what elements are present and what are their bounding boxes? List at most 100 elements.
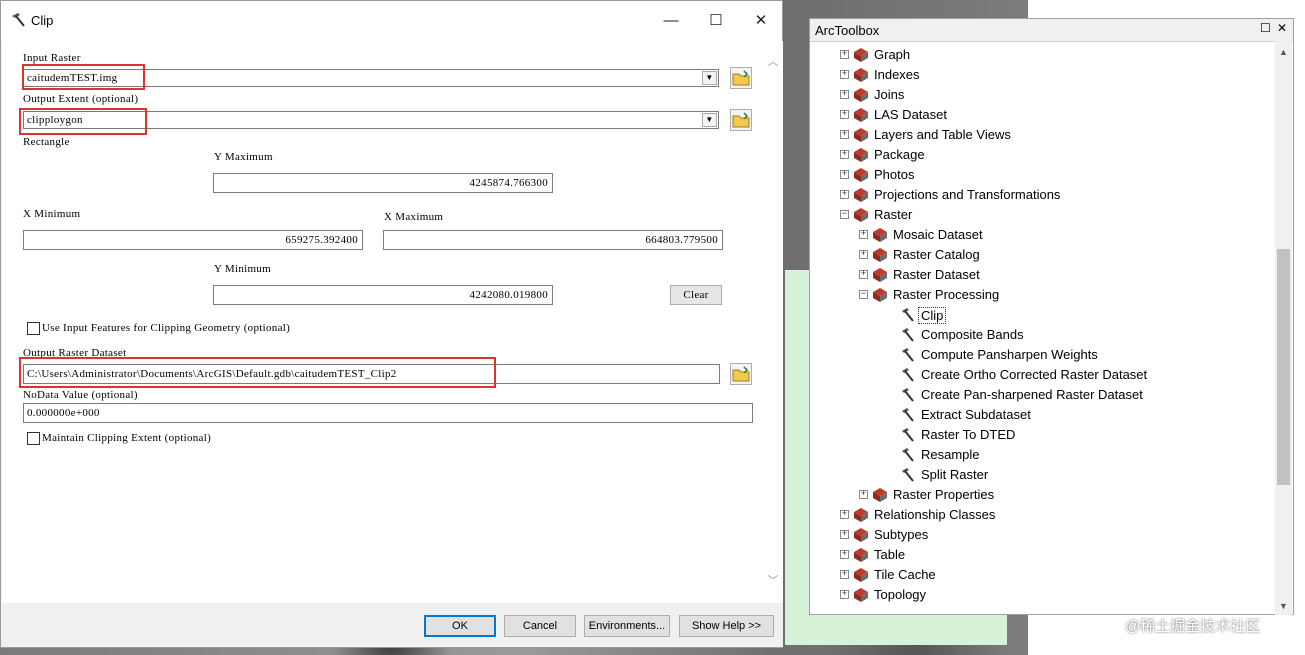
- toolbox-icon: [873, 248, 887, 262]
- arctoolbox-panel: ArcToolbox ☐ ✕ + Graph + Indexes + Joins + LAS …: [809, 18, 1294, 615]
- toolset-item[interactable]: + Raster Dataset: [810, 265, 1275, 285]
- expand-toggle-icon[interactable]: +: [840, 590, 849, 599]
- tool-item[interactable]: Compute Pansharpen Weights: [810, 345, 1275, 365]
- toolset-item[interactable]: + Raster Properties: [810, 485, 1275, 505]
- tool-item[interactable]: Extract Subdataset: [810, 405, 1275, 425]
- expand-toggle-icon[interactable]: +: [840, 150, 849, 159]
- chevron-down-icon[interactable]: ▼: [702, 113, 717, 127]
- scroll-down-icon[interactable]: ▼: [1275, 601, 1292, 611]
- tool-item[interactable]: Create Pan-sharpened Raster Dataset: [810, 385, 1275, 405]
- nodata-label: NoData Value (optional): [23, 389, 138, 401]
- dialog-scrollbar[interactable]: ︿ ﹀: [764, 43, 782, 598]
- y-minimum-field[interactable]: 4242080.019800: [213, 285, 553, 305]
- toolbox-icon: [854, 568, 868, 582]
- tool-item[interactable]: Clip: [810, 305, 1275, 325]
- expand-toggle-icon[interactable]: +: [859, 250, 868, 259]
- scrollbar-thumb[interactable]: [1277, 249, 1290, 485]
- nodata-field[interactable]: 0.000000e+000: [23, 403, 753, 423]
- clear-button[interactable]: Clear: [670, 285, 722, 305]
- input-raster-combo[interactable]: caitudemTEST.img ▼: [23, 69, 719, 87]
- toolbox-icon: [873, 228, 887, 242]
- tree-item-label: Package: [874, 147, 925, 162]
- restore-icon[interactable]: ☐: [1260, 21, 1271, 35]
- expand-toggle-icon[interactable]: +: [859, 270, 868, 279]
- scroll-down-icon[interactable]: ﹀: [764, 572, 782, 588]
- expand-toggle-icon[interactable]: +: [840, 570, 849, 579]
- expand-toggle-icon[interactable]: +: [840, 130, 849, 139]
- expand-toggle-icon[interactable]: +: [840, 510, 849, 519]
- tool-item[interactable]: Create Ortho Corrected Raster Dataset: [810, 365, 1275, 385]
- chevron-down-icon[interactable]: ▼: [702, 71, 717, 85]
- expand-toggle-icon[interactable]: +: [840, 50, 849, 59]
- expand-toggle-icon[interactable]: +: [840, 190, 849, 199]
- toolset-item[interactable]: + Indexes: [810, 65, 1275, 85]
- output-raster-field[interactable]: C:\Users\Administrator\Documents\ArcGIS\…: [23, 364, 720, 384]
- toolset-item[interactable]: + Projections and Transformations: [810, 185, 1275, 205]
- expand-toggle-icon[interactable]: +: [840, 110, 849, 119]
- y-maximum-field[interactable]: 4245874.766300: [213, 173, 553, 193]
- toolset-item[interactable]: + Topology: [810, 585, 1275, 605]
- close-icon[interactable]: ✕: [1277, 21, 1287, 35]
- toolset-item[interactable]: + Raster Catalog: [810, 245, 1275, 265]
- expand-toggle-icon[interactable]: +: [840, 70, 849, 79]
- scroll-up-icon[interactable]: ︿: [764, 53, 782, 69]
- tree-item-label: Raster Catalog: [893, 247, 980, 262]
- toolset-item[interactable]: + Package: [810, 145, 1275, 165]
- cancel-button[interactable]: Cancel: [504, 615, 576, 637]
- toolbox-scrollbar[interactable]: ▲ ▼: [1275, 41, 1292, 615]
- maximize-button[interactable]: ☐: [702, 9, 730, 33]
- output-raster-browse-button[interactable]: [730, 363, 752, 385]
- x-maximum-field[interactable]: 664803.779500: [383, 230, 723, 250]
- output-raster-label: Output Raster Dataset: [23, 347, 127, 359]
- maintain-extent-checkbox[interactable]: [27, 432, 40, 445]
- hammer-icon: [902, 408, 914, 422]
- rectangle-label: Rectangle: [23, 136, 70, 148]
- use-input-features-checkbox[interactable]: [27, 322, 40, 335]
- toolset-item[interactable]: + Relationship Classes: [810, 505, 1275, 525]
- scroll-up-icon[interactable]: ▲: [1275, 47, 1292, 57]
- minimize-button[interactable]: —: [657, 9, 685, 33]
- hammer-icon: [902, 368, 914, 382]
- tree-item-label: LAS Dataset: [874, 107, 947, 122]
- expand-toggle-icon[interactable]: +: [840, 550, 849, 559]
- toolset-item[interactable]: + LAS Dataset: [810, 105, 1275, 125]
- tree-item-label: Raster Processing: [893, 287, 1000, 302]
- output-extent-combo[interactable]: clipploygon ▼: [23, 111, 719, 129]
- tool-item[interactable]: Raster To DTED: [810, 425, 1275, 445]
- toolset-item[interactable]: + Table: [810, 545, 1275, 565]
- toolset-item[interactable]: + Layers and Table Views: [810, 125, 1275, 145]
- expand-toggle-icon[interactable]: +: [859, 230, 868, 239]
- output-extent-browse-button[interactable]: [730, 109, 752, 131]
- toolset-item[interactable]: − Raster: [810, 205, 1275, 225]
- expand-toggle-icon[interactable]: −: [840, 210, 849, 219]
- expand-toggle-icon[interactable]: +: [859, 490, 868, 499]
- tree-item-label: Table: [874, 547, 906, 562]
- input-raster-value: caitudemTEST.img: [27, 72, 118, 84]
- tree-item-label: Projections and Transformations: [874, 187, 1061, 202]
- ok-button[interactable]: OK: [424, 615, 496, 637]
- toolset-item[interactable]: + Tile Cache: [810, 565, 1275, 585]
- x-minimum-field[interactable]: 659275.392400: [23, 230, 363, 250]
- environments-button[interactable]: Environments...: [584, 615, 670, 637]
- tool-item[interactable]: Composite Bands: [810, 325, 1275, 345]
- title-bar[interactable]: Clip — ☐ ✕: [1, 1, 782, 41]
- expand-toggle-icon[interactable]: +: [840, 530, 849, 539]
- toolset-item[interactable]: − Raster Processing: [810, 285, 1275, 305]
- tree-item-label: Raster Dataset: [893, 267, 980, 282]
- input-raster-browse-button[interactable]: [730, 67, 752, 89]
- tree-item-label: Compute Pansharpen Weights: [921, 347, 1098, 362]
- toolbox-icon: [854, 588, 868, 602]
- tool-item[interactable]: Resample: [810, 445, 1275, 465]
- expand-toggle-icon[interactable]: +: [840, 170, 849, 179]
- toolset-item[interactable]: + Subtypes: [810, 525, 1275, 545]
- tool-item[interactable]: Split Raster: [810, 465, 1275, 485]
- expand-toggle-icon[interactable]: −: [859, 290, 868, 299]
- toolset-item[interactable]: + Graph: [810, 45, 1275, 65]
- toolset-item[interactable]: + Joins: [810, 85, 1275, 105]
- toolset-item[interactable]: + Photos: [810, 165, 1275, 185]
- expand-toggle-icon[interactable]: +: [840, 90, 849, 99]
- toolset-item[interactable]: + Mosaic Dataset: [810, 225, 1275, 245]
- x-minimum-label: X Minimum: [23, 208, 81, 220]
- close-button[interactable]: ✕: [747, 9, 775, 33]
- show-help-button[interactable]: Show Help >>: [679, 615, 774, 637]
